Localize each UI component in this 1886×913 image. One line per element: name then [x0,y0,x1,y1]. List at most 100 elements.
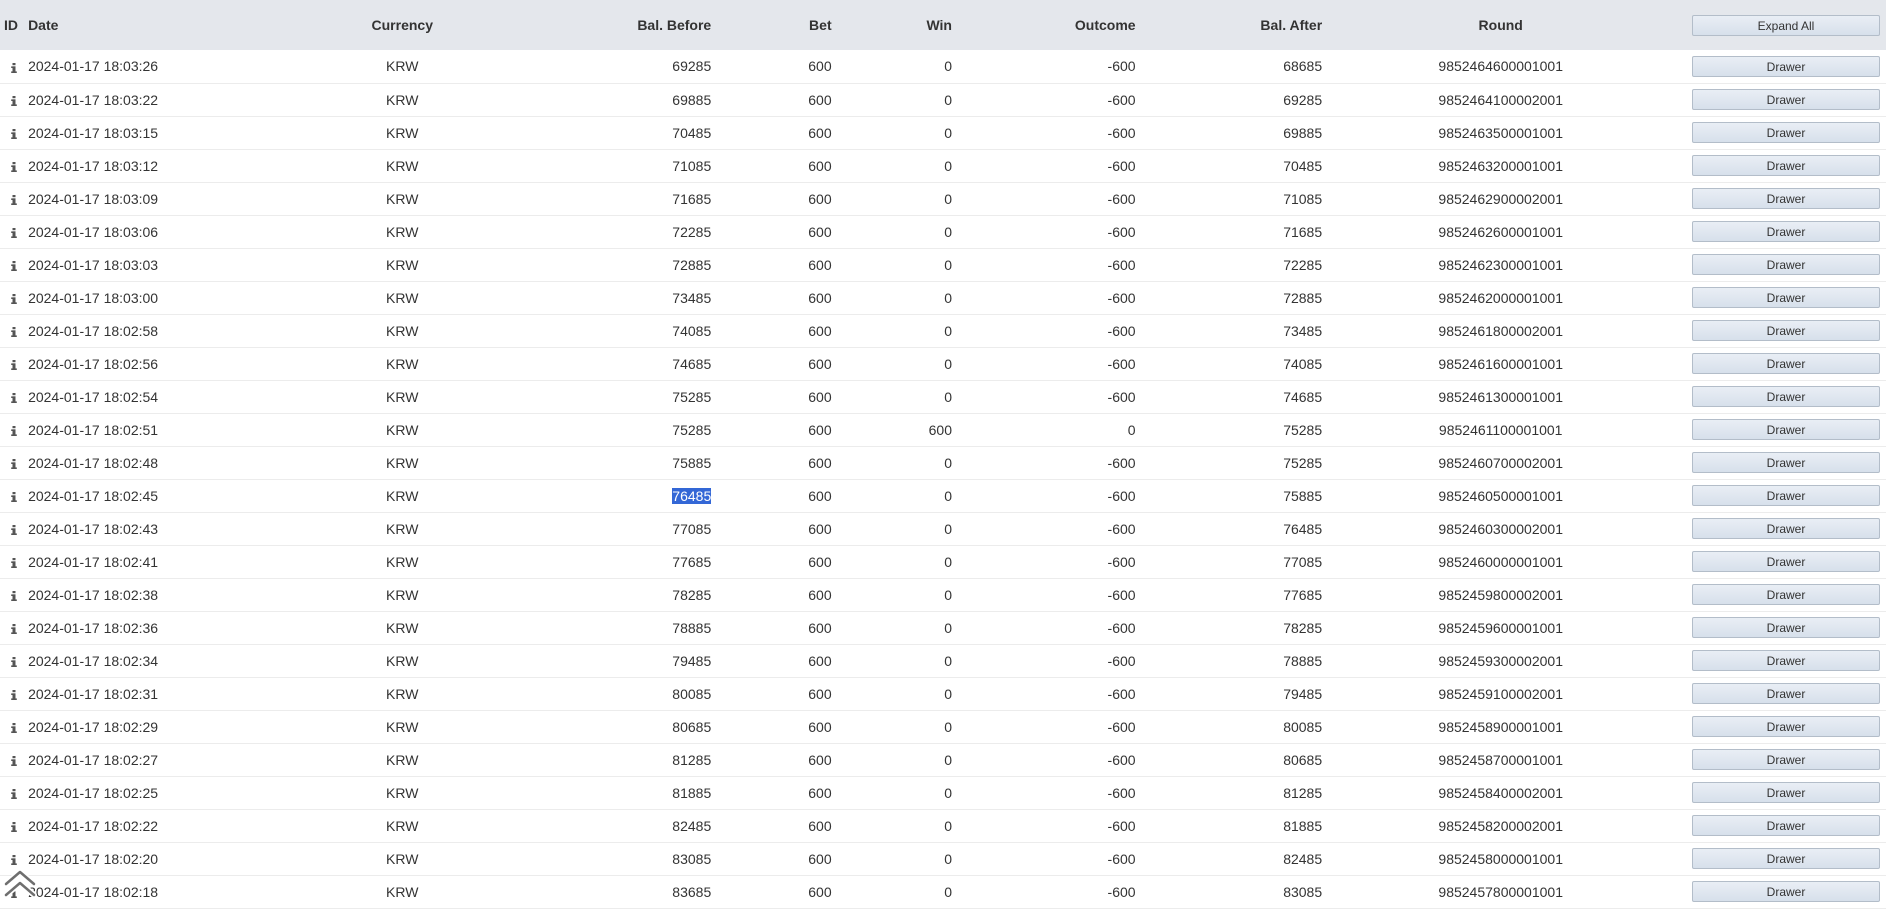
drawer-button[interactable]: Drawer [1692,419,1880,440]
info-icon[interactable] [10,689,18,700]
drawer-button[interactable]: Drawer [1692,485,1880,506]
info-icon[interactable] [10,359,18,370]
cell-id [0,50,24,83]
drawer-button[interactable]: Drawer [1692,518,1880,539]
info-icon[interactable] [10,821,18,832]
drawer-button[interactable]: Drawer [1692,254,1880,275]
cell-currency-text: KRW [386,883,419,900]
info-icon[interactable] [10,788,18,799]
cell-bal-after-text: 68685 [1283,58,1323,75]
info-icon[interactable] [10,491,18,502]
column-header-bal-after[interactable]: Bal. After [1140,0,1327,50]
column-header-bal-before[interactable]: Bal. Before [507,0,716,50]
cell-date-text: 2024-01-17 18:03:06 [28,223,159,240]
cell-win: 0 [836,611,956,644]
cell-bet: 600 [715,413,835,446]
column-header-currency[interactable]: Currency [298,0,507,50]
drawer-button[interactable]: Drawer [1692,353,1880,374]
cell-date: 2024-01-17 18:02:27 [24,743,298,776]
info-icon[interactable] [10,95,18,106]
info-icon[interactable] [10,656,18,667]
column-header-outcome[interactable]: Outcome [956,0,1140,50]
info-icon[interactable] [10,62,18,73]
cell-win: 0 [836,875,956,908]
drawer-button[interactable]: Drawer [1692,386,1880,407]
info-icon[interactable] [10,755,18,766]
drawer-button[interactable]: Drawer [1692,55,1880,77]
cell-bet: 600 [715,578,835,611]
cell-bal-after-text: 75885 [1283,487,1323,504]
selected-text: 76485 [672,487,712,504]
drawer-button[interactable]: Drawer [1692,848,1880,869]
drawer-button[interactable]: Drawer [1692,716,1880,737]
drawer-button[interactable]: Drawer [1692,815,1880,836]
table-row: 2024-01-17 18:03:00 KRW 73485 600 0 -600 72885… [0,281,1886,314]
drawer-button[interactable]: Drawer [1692,650,1880,671]
cell-date: 2024-01-17 18:02:36 [24,611,298,644]
cell-win: 0 [836,50,956,83]
info-icon[interactable] [10,590,18,601]
drawer-button[interactable]: Drawer [1692,749,1880,770]
info-icon[interactable] [10,326,18,337]
info-icon[interactable] [10,161,18,172]
cell-outcome-text: -600 [1107,157,1136,174]
drawer-button[interactable]: Drawer [1692,155,1880,176]
info-icon[interactable] [10,425,18,436]
cell-round-text: 9852458700001001 [1438,751,1563,768]
drawer-button[interactable]: Drawer [1692,584,1880,605]
info-icon[interactable] [10,458,18,469]
column-header-win[interactable]: Win [836,0,956,50]
drawer-button[interactable]: Drawer [1692,782,1880,803]
drawer-button[interactable]: Drawer [1692,287,1880,308]
cell-date-text: 2024-01-17 18:02:54 [28,388,159,405]
drawer-button[interactable]: Drawer [1692,320,1880,341]
scroll-to-top-button[interactable] [2,863,38,901]
cell-actions: Drawer [1675,644,1886,677]
cell-bal-before-text: 81885 [672,784,712,801]
info-icon[interactable] [10,623,18,634]
cell-currency-text: KRW [386,256,419,273]
cell-bal-after-text: 81885 [1283,817,1323,834]
cell-round: 9852459800002001 [1326,578,1675,611]
info-icon[interactable] [10,128,18,139]
drawer-button[interactable]: Drawer [1692,617,1880,638]
cell-bal-after: 80685 [1140,743,1327,776]
info-icon[interactable] [10,227,18,238]
column-header-date[interactable]: Date [24,0,298,50]
cell-bal-after-text: 69885 [1283,124,1323,141]
cell-win-text: 0 [944,652,952,669]
cell-bet: 600 [715,479,835,512]
info-icon[interactable] [10,524,18,535]
drawer-button[interactable]: Drawer [1692,89,1880,110]
expand-all-button[interactable]: Expand All [1692,14,1880,36]
drawer-button[interactable]: Drawer [1692,122,1880,143]
column-header-id[interactable]: ID [0,0,24,50]
info-icon[interactable] [10,392,18,403]
info-icon[interactable] [10,557,18,568]
column-header-round[interactable]: Round [1326,0,1675,50]
drawer-button[interactable]: Drawer [1692,221,1880,242]
cell-bal-before: 82485 [507,809,716,842]
drawer-button[interactable]: Drawer [1692,881,1880,902]
drawer-button[interactable]: Drawer [1692,452,1880,473]
cell-round: 9852461100001001 [1326,413,1675,446]
info-icon[interactable] [10,722,18,733]
cell-bet: 600 [715,116,835,149]
info-icon[interactable] [10,260,18,271]
info-icon[interactable] [10,194,18,205]
cell-round-text: 9852461600001001 [1438,355,1563,372]
drawer-button[interactable]: Drawer [1692,188,1880,209]
cell-currency-text: KRW [386,553,419,570]
cell-date-text: 2024-01-17 18:02:34 [28,652,159,669]
column-header-bet[interactable]: Bet [715,0,835,50]
cell-currency: KRW [298,743,507,776]
cell-outcome: -600 [956,677,1140,710]
info-icon[interactable] [10,293,18,304]
cell-actions: Drawer [1675,842,1886,875]
cell-win: 0 [836,215,956,248]
cell-currency: KRW [298,116,507,149]
cell-bet-text: 600 [808,883,832,900]
drawer-button[interactable]: Drawer [1692,551,1880,572]
cell-bal-before: 80685 [507,710,716,743]
drawer-button[interactable]: Drawer [1692,683,1880,704]
